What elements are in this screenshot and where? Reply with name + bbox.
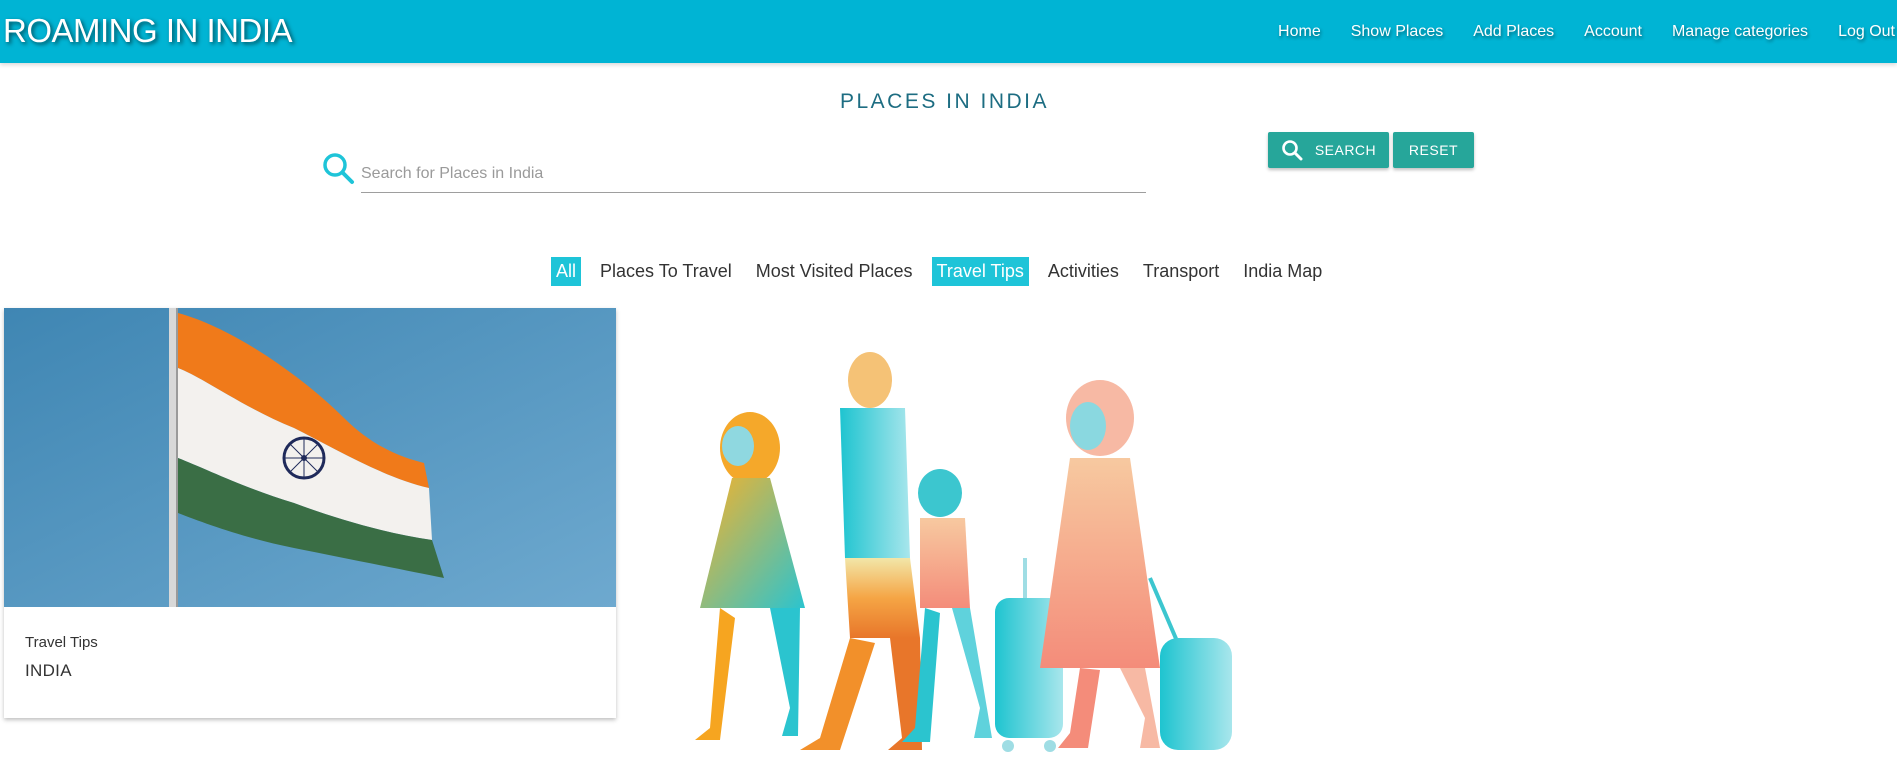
indian-flag-photo [4, 308, 616, 607]
place-card[interactable] [4, 308, 616, 718]
page-title: PLACES IN INDIA [839, 90, 1050, 113]
search-button-label: SEARCH [1314, 142, 1377, 158]
nav-manage-categories[interactable]: Manage categories [1672, 23, 1808, 41]
nav-log-out[interactable]: Log Out [1838, 23, 1895, 41]
search-input[interactable] [361, 156, 1146, 193]
nav-home[interactable]: Home [1278, 23, 1321, 41]
category-places-to-travel[interactable]: Places To Travel [595, 257, 737, 286]
brand-logo[interactable]: ROAMING IN INDIA [3, 12, 293, 50]
nav-show-places[interactable]: Show Places [1351, 23, 1444, 41]
search-button-icon [1282, 140, 1303, 161]
card-title[interactable]: INDIA [25, 661, 72, 681]
top-navbar: ROAMING IN INDIA Home Show Places Add Pl… [0, 0, 1897, 63]
card-category: Travel Tips [25, 634, 98, 651]
reset-button-label: RESET [1408, 142, 1459, 158]
category-travel-tips[interactable]: Travel Tips [931, 256, 1029, 286]
category-india-map[interactable]: India Map [1238, 257, 1327, 286]
category-transport[interactable]: Transport [1138, 257, 1224, 286]
category-most-visited-places[interactable]: Most Visited Places [751, 257, 918, 286]
reset-button[interactable]: RESET [1393, 132, 1474, 168]
category-all[interactable]: All [551, 256, 582, 286]
nav-account[interactable]: Account [1584, 23, 1642, 41]
nav-add-places[interactable]: Add Places [1473, 23, 1554, 41]
search-button[interactable]: SEARCH [1268, 132, 1389, 168]
search-icon [323, 153, 354, 184]
family-travel-illustration [640, 308, 1246, 766]
category-activities[interactable]: Activities [1043, 257, 1124, 286]
category-filter: All Places To Travel Most Visited Places… [551, 256, 1341, 286]
nav-links: Home Show Places Add Places Account Mana… [1248, 0, 1897, 63]
